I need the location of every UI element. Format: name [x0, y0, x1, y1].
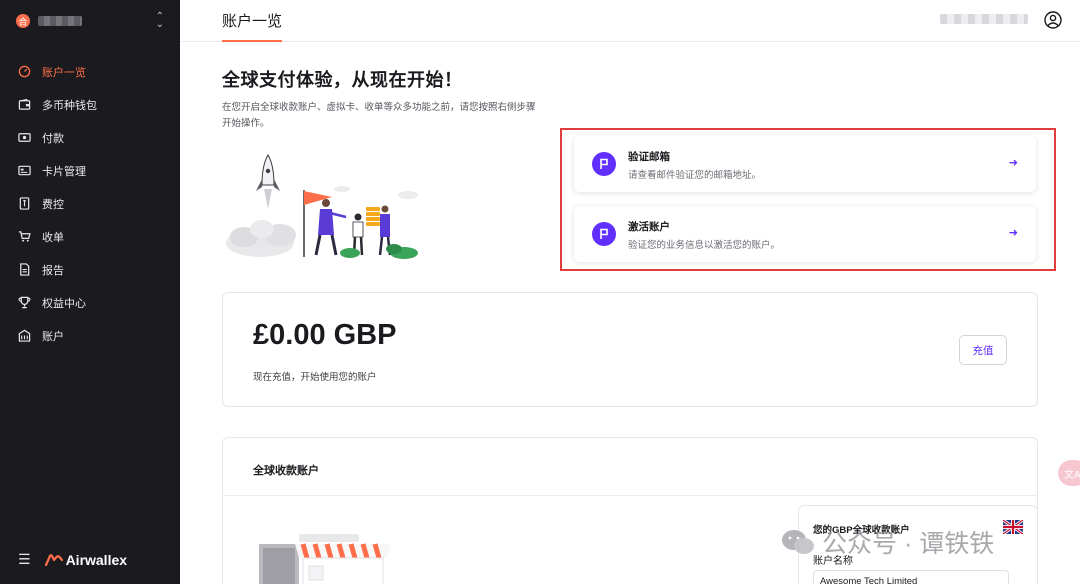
- wallet-icon: [17, 98, 31, 112]
- sidebar-item-label: 付款: [42, 132, 64, 145]
- task-title: 验证邮箱: [628, 151, 670, 163]
- chevron-updown-icon[interactable]: ⌃ ⌄: [156, 12, 164, 30]
- sidebar-item-wallet[interactable]: 多币种钱包: [0, 88, 180, 121]
- sidebar-item-reports[interactable]: 报告: [0, 253, 180, 286]
- flag-icon: [592, 222, 616, 246]
- payment-icon: [17, 131, 31, 145]
- hamburger-menu-icon[interactable]: ☰: [18, 551, 31, 568]
- sidebar-item-label: 账户一览: [42, 66, 86, 79]
- brand-name: Airwallex: [65, 551, 128, 568]
- top-bar: 账户一览: [180, 0, 1080, 42]
- balance-subtitle: 现在充值，开始使用您的账户: [253, 372, 377, 383]
- workspace-switcher[interactable]: 合 ⌃ ⌄: [16, 12, 164, 30]
- sidebar-item-acquiring[interactable]: 收单: [0, 220, 180, 253]
- workspace-badge: 合: [16, 14, 30, 28]
- hero-description: 在您开启全球收款账户、虚拟卡、收单等众多功能之前，请您按照右侧步骤开始操作。: [222, 102, 536, 129]
- task-description: 请查看邮件验证您的邮箱地址。: [628, 170, 762, 181]
- sidebar-item-label: 账户: [42, 330, 64, 343]
- airwallex-logo-icon: [44, 553, 63, 566]
- cart-icon: [17, 230, 31, 244]
- sidebar-item-account[interactable]: 账户: [0, 319, 180, 352]
- flag-icon: [592, 152, 616, 176]
- divider: [223, 495, 1037, 496]
- sidebar-item-dashboard[interactable]: 账户一览: [0, 55, 180, 88]
- dashboard-icon: [17, 65, 31, 79]
- arrow-right-icon[interactable]: ➜: [1009, 156, 1018, 169]
- sidebar-item-cards[interactable]: 卡片管理: [0, 154, 180, 187]
- building-icon: [17, 329, 31, 343]
- arrow-right-icon[interactable]: ➜: [1009, 226, 1018, 239]
- uk-flag-icon: [1003, 520, 1023, 534]
- account-name-value: Awesome Tech Limited: [813, 570, 1009, 584]
- sidebar-item-label: 卡片管理: [42, 165, 86, 178]
- sidebar-footer: ☰ Airwallex: [18, 551, 127, 568]
- sidebar-item-payment[interactable]: 付款: [0, 121, 180, 154]
- sidebar-item-label: 报告: [42, 264, 64, 277]
- activate-account-card[interactable]: 激活账户 验证您的业务信息以激活您的账户。 ➜: [574, 206, 1036, 262]
- sidebar-item-label: 多币种钱包: [42, 99, 97, 112]
- airwallex-logo: Airwallex: [44, 551, 128, 568]
- global-accounts-card: 全球收款账户 您的GBP全球收款账户 账户名称 Awesome Tech Lim…: [222, 437, 1038, 584]
- shopfront-illustration: [259, 534, 391, 584]
- wechat-icon: [782, 530, 814, 554]
- sidebar-item-label: 费控: [42, 198, 64, 211]
- watermark: 公众号 · 谭铁铁: [780, 524, 994, 560]
- hero-title: 全球支付体验，从现在开始！: [222, 70, 463, 90]
- card-icon: [17, 164, 31, 178]
- sidebar-item-benefits[interactable]: 权益中心: [0, 286, 180, 319]
- rocket-team-illustration: [226, 154, 418, 259]
- sidebar-item-label: 权益中心: [42, 297, 86, 310]
- sidebar-nav: 账户一览 多币种钱包 付款 卡片管理 费控 收单 报告 权益中心 账户: [0, 55, 180, 352]
- sidebar: 合 ⌃ ⌄ 账户一览 多币种钱包 付款 卡片管理 费控 收单 报告 权益中心 账…: [0, 0, 180, 584]
- balance-card: £0.00 GBP 现在充值，开始使用您的账户 充值: [222, 292, 1038, 407]
- workspace-name-blurred: [38, 16, 82, 26]
- watermark-text: 公众号 · 谭铁铁: [822, 530, 995, 558]
- section-title: 全球收款账户: [253, 465, 319, 477]
- sidebar-item-expense[interactable]: 费控: [0, 187, 180, 220]
- balance-amount: £0.00 GBP: [253, 319, 397, 351]
- user-avatar-icon[interactable]: [1044, 11, 1062, 29]
- task-title: 激活账户: [628, 221, 670, 233]
- tab-dashboard[interactable]: 账户一览: [222, 10, 283, 42]
- sidebar-item-label: 收单: [42, 231, 64, 244]
- verify-email-card[interactable]: 验证邮箱 请查看邮件验证您的邮箱地址。 ➜: [574, 136, 1036, 192]
- expense-icon: [17, 197, 31, 211]
- translate-icon[interactable]: 文A: [1058, 460, 1080, 486]
- top-up-button[interactable]: 充值: [959, 335, 1007, 365]
- user-name-blurred: [940, 14, 1028, 24]
- task-description: 验证您的业务信息以激活您的账户。: [628, 240, 781, 251]
- report-icon: [17, 263, 31, 277]
- trophy-icon: [17, 296, 31, 310]
